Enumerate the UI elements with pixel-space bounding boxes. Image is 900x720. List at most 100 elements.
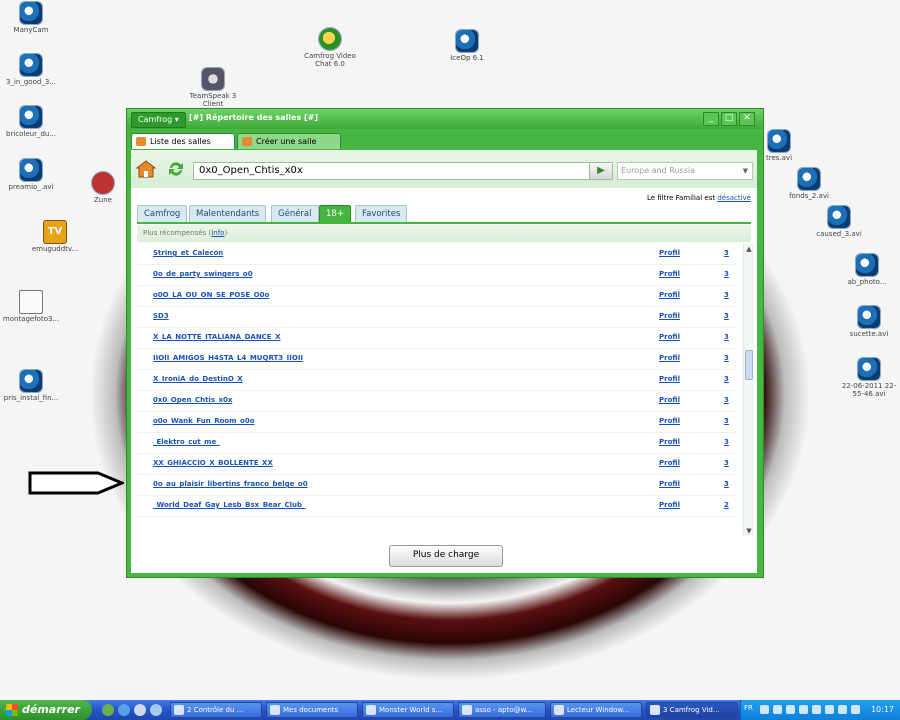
table-row[interactable]: SD3 Profil 3 [137,307,737,328]
scroll-down-icon[interactable]: ▼ [744,526,754,536]
room-name-link[interactable]: X_IroniA_do_DestinO_X [153,375,243,383]
user-count[interactable]: 3 [724,417,729,425]
tab-camfrog[interactable]: Camfrog [137,205,188,222]
room-name-link[interactable]: 0o_de_party_swingers_o0 [153,270,253,278]
language-indicator[interactable]: FR [744,704,753,712]
table-row[interactable]: XX_GHIACCIO_X_BOLLENTE_XX Profil 3 [137,454,737,475]
room-name-link[interactable]: SD3 [153,312,169,320]
table-row[interactable]: _World_Deaf_Gay_Lesb_Bsx_Bear_Club_ Profi… [137,496,737,517]
desktop-icon[interactable]: pris_instal_fin... [0,370,62,402]
table-row[interactable]: o0O_LA_OU_ON_SE_POSE_O0o Profil 3 [137,286,737,307]
desktop-icon[interactable]: TeamSpeak 3 Client [182,68,244,108]
table-row[interactable]: String_et_Calecon Profil 3 [137,244,737,265]
taskbar-item[interactable]: Mes documents [266,702,358,718]
user-count[interactable]: 3 [724,291,729,299]
desktop-icon[interactable]: Zune [72,172,134,204]
tray-icon[interactable] [760,705,769,714]
desktop-icon[interactable]: 22-06-2011 22-55-46.avi [838,358,900,398]
desktop-icon[interactable]: ManyCam [0,2,62,34]
clock[interactable]: 10:17 [871,705,894,714]
tray-icon[interactable] [773,705,782,714]
table-row[interactable]: 0x0_Open_Chtis_x0x Profil 3 [137,391,737,412]
minimize-button[interactable]: _ [703,112,719,126]
load-more-button[interactable]: Plus de charge [389,545,503,567]
profile-link[interactable]: Profil [659,480,680,488]
desktop-icon[interactable]: Camfrog Video Chat 6.0 [299,28,361,68]
profile-link[interactable]: Profil [659,270,680,278]
desktop-icon[interactable]: bricoleur_du... [0,106,62,138]
room-name-link[interactable]: _Elektro_cut_me_ [153,438,220,446]
profile-link[interactable]: Profil [659,333,680,341]
desktop-icon[interactable]: sucette.avi [838,306,900,338]
user-count[interactable]: 3 [724,312,729,320]
refresh-icon[interactable] [166,159,186,179]
user-count[interactable]: 3 [724,249,729,257]
table-row[interactable]: 0o_de_party_swingers_o0 Profil 3 [137,265,737,286]
table-row[interactable]: IIOII_AMIGOS_H4STA_L4_MUQRT3_IIOII Profil… [137,349,737,370]
room-name-link[interactable]: 0o_au_plaisir_libertins_franco_belge_o0 [153,480,308,488]
network-icon[interactable] [851,705,860,714]
tray-icon[interactable] [825,705,834,714]
vertical-scrollbar[interactable]: ▲ ▼ [743,244,754,536]
table-row[interactable]: X_LA_NOTTE_ITALIANA_DANCE_X Profil 3 [137,328,737,349]
region-select[interactable]: Europe and Russia ▼ [617,162,753,180]
room-name-link[interactable]: _World_Deaf_Gay_Lesb_Bsx_Bear_Club_ [153,501,305,509]
room-name-link[interactable]: o0O_LA_OU_ON_SE_POSE_O0o [153,291,269,299]
profile-link[interactable]: Profil [659,312,680,320]
desktop-icon-ql[interactable] [134,704,146,716]
profile-link[interactable]: Profil [659,501,680,509]
profile-link[interactable]: Profil [659,375,680,383]
tab-create-room[interactable]: Créer une salle [237,133,341,149]
user-count[interactable]: 3 [724,459,729,467]
tab-general[interactable]: Général [271,205,319,222]
user-count[interactable]: 3 [724,354,729,362]
room-name-link[interactable]: IIOII_AMIGOS_H4STA_L4_MUQRT3_IIOII [153,354,303,362]
room-name-link[interactable]: X_LA_NOTTE_ITALIANA_DANCE_X [153,333,281,341]
profile-link[interactable]: Profil [659,249,680,257]
tab-favorites[interactable]: Favorites [355,205,408,222]
tray-icon[interactable] [799,705,808,714]
taskbar-item-active[interactable]: 3 Camfrog Vid... [646,702,738,718]
taskbar-item[interactable]: Lecteur Window... [550,702,642,718]
desktop-icon[interactable]: fonds_2.avi [778,168,840,200]
start-button[interactable]: démarrer [0,700,92,720]
desktop-icon[interactable]: preamio_.avi [0,159,62,191]
desktop-icon[interactable]: IceOp 6.1 [436,30,498,62]
room-name-link[interactable]: 0x0_Open_Chtis_x0x [153,396,232,404]
profile-link[interactable]: Profil [659,459,680,467]
user-count[interactable]: 3 [724,438,729,446]
room-name-link[interactable]: o0o_Wank_Fun_Room_o0o [153,417,255,425]
maximize-button[interactable]: □ [721,112,737,126]
taskbar-item[interactable]: Monster World s... [362,702,454,718]
family-filter-link[interactable]: désactivé [717,194,751,202]
user-count[interactable]: 3 [724,333,729,341]
table-row[interactable]: 0o_au_plaisir_libertins_franco_belge_o0 P… [137,475,737,496]
desktop-icon[interactable]: 3_in_good_3... [0,54,62,86]
close-button[interactable]: ✕ [739,112,755,126]
profile-link[interactable]: Profil [659,354,680,362]
taskbar-item[interactable]: 2 Contrôle du ... [170,702,262,718]
profile-link[interactable]: Profil [659,438,680,446]
user-count[interactable]: 3 [724,396,729,404]
profile-link[interactable]: Profil [659,417,680,425]
room-name-link[interactable]: String_et_Calecon [153,249,223,257]
table-row[interactable]: o0o_Wank_Fun_Room_o0o Profil 3 [137,412,737,433]
info-link[interactable]: Info [211,229,224,237]
taskbar-item[interactable]: asso - apto@w... [458,702,546,718]
home-icon[interactable] [136,160,156,178]
desktop-icon[interactable]: caused_3.avi [808,206,870,238]
user-count[interactable]: 3 [724,480,729,488]
tray-icon[interactable] [786,705,795,714]
user-count[interactable]: 2 [724,501,729,509]
ie-icon[interactable] [118,704,130,716]
desktop-icon[interactable]: montagefoto3... [0,291,62,323]
title-bar[interactable]: Camfrog ▾ [#] Répertoire des salles [#] … [127,109,763,129]
search-button[interactable]: ▶ [589,163,612,179]
user-count[interactable]: 3 [724,375,729,383]
profile-link[interactable]: Profil [659,396,680,404]
tray-icon[interactable] [812,705,821,714]
user-count[interactable]: 3 [724,270,729,278]
scroll-up-icon[interactable]: ▲ [744,244,754,254]
media-icon[interactable] [150,704,162,716]
scroll-thumb[interactable] [745,350,753,380]
